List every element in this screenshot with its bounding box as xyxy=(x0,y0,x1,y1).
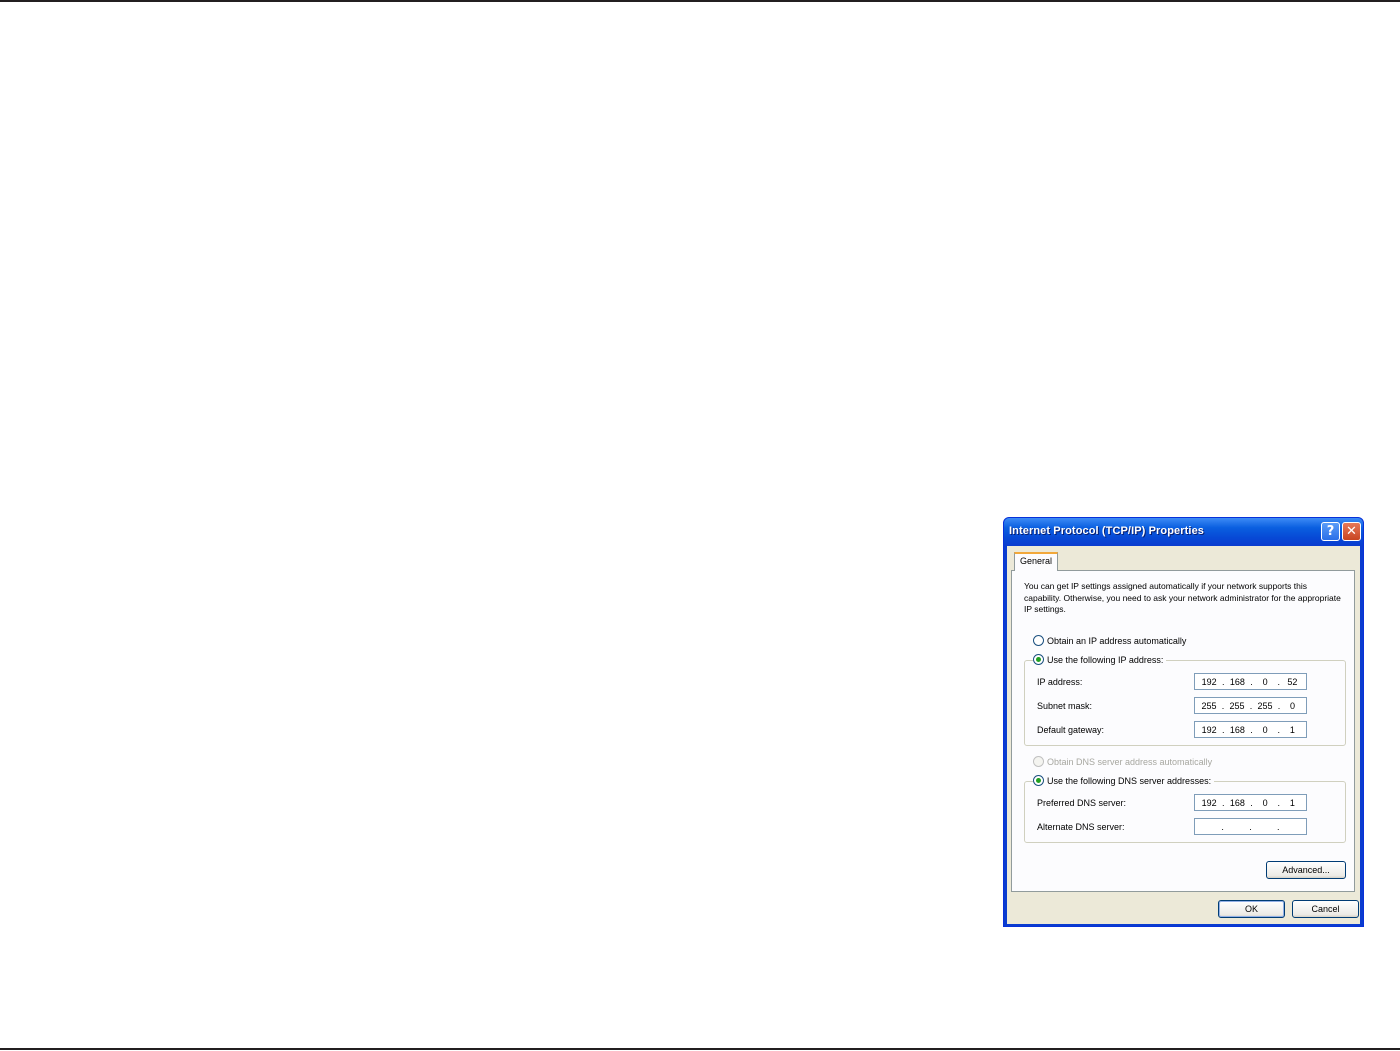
octet: 52 xyxy=(1287,676,1298,687)
ip-address-label: IP address: xyxy=(1037,677,1083,687)
octet: 192 xyxy=(1201,676,1217,687)
preferred-dns-field[interactable]: 192. 168. 0. 1 xyxy=(1194,794,1307,811)
cancel-button[interactable]: Cancel xyxy=(1292,900,1359,918)
ok-button[interactable]: OK xyxy=(1218,900,1285,918)
advanced-button[interactable]: Advanced... xyxy=(1266,861,1346,879)
close-icon: ✕ xyxy=(1346,524,1357,539)
ip-address-group: IP address: 192. 168. 0. 52 Subnet mask:… xyxy=(1024,660,1346,746)
preferred-dns-label: Preferred DNS server: xyxy=(1037,798,1127,808)
window-title: Internet Protocol (TCP/IP) Properties xyxy=(1009,525,1205,537)
alternate-dns-field[interactable]: . . . xyxy=(1194,818,1307,835)
octet: 255 xyxy=(1201,700,1217,711)
title-bar[interactable]: Internet Protocol (TCP/IP) Properties ? … xyxy=(1004,518,1363,546)
obtain-ip-auto-radio[interactable]: Obtain an IP address automatically xyxy=(1033,635,1186,648)
use-following-ip-label: Use the following IP address: xyxy=(1047,655,1164,665)
tcpip-properties-dialog: Internet Protocol (TCP/IP) Properties ? … xyxy=(1003,517,1364,927)
obtain-dns-auto-radio[interactable]: Obtain DNS server address automatically xyxy=(1033,756,1212,769)
bottom-rule xyxy=(0,1048,1400,1050)
help-icon: ? xyxy=(1326,524,1335,539)
use-following-dns-label: Use the following DNS server addresses: xyxy=(1047,776,1212,786)
top-rule xyxy=(0,0,1400,2)
octet: 168 xyxy=(1229,797,1245,808)
octet: 192 xyxy=(1201,797,1217,808)
octet: 1 xyxy=(1289,797,1295,808)
alternate-dns-label: Alternate DNS server: xyxy=(1037,822,1125,832)
use-following-dns-radio[interactable]: Use the following DNS server addresses: xyxy=(1033,775,1215,788)
octet: 0 xyxy=(1262,676,1268,687)
subnet-mask-label: Subnet mask: xyxy=(1037,701,1093,711)
default-gateway-field[interactable]: 192. 168. 0. 1 xyxy=(1194,721,1307,738)
subnet-mask-field[interactable]: 255. 255. 255. 0 xyxy=(1194,697,1307,714)
radio-unchecked-icon xyxy=(1033,635,1044,646)
close-button[interactable]: ✕ xyxy=(1342,522,1361,541)
octet: 0 xyxy=(1262,724,1268,735)
radio-checked-icon xyxy=(1033,775,1044,786)
octet: 0 xyxy=(1262,797,1268,808)
octet: 0 xyxy=(1289,700,1295,711)
tab-general[interactable]: General xyxy=(1014,552,1058,571)
general-tab-panel: You can get IP settings assigned automat… xyxy=(1011,570,1355,892)
obtain-ip-auto-label: Obtain an IP address automatically xyxy=(1047,636,1187,646)
obtain-dns-auto-label: Obtain DNS server address automatically xyxy=(1047,757,1213,767)
use-following-ip-radio[interactable]: Use the following IP address: xyxy=(1033,654,1167,667)
octet: 168 xyxy=(1229,724,1245,735)
octet: 192 xyxy=(1201,724,1217,735)
dns-server-group: Preferred DNS server: 192. 168. 0. 1 Alt… xyxy=(1024,781,1346,843)
help-button[interactable]: ? xyxy=(1321,522,1340,541)
default-gateway-label: Default gateway: xyxy=(1037,725,1105,735)
octet: 255 xyxy=(1229,700,1245,711)
octet: 1 xyxy=(1289,724,1295,735)
intro-text: You can get IP settings assigned automat… xyxy=(1024,581,1341,614)
ip-address-field[interactable]: 192. 168. 0. 52 xyxy=(1194,673,1307,690)
octet: 168 xyxy=(1229,676,1245,687)
octet: 255 xyxy=(1257,700,1273,711)
radio-disabled-icon xyxy=(1033,756,1044,767)
radio-checked-icon xyxy=(1033,654,1044,665)
dialog-client-area: General You can get IP settings assigned… xyxy=(1007,546,1360,924)
